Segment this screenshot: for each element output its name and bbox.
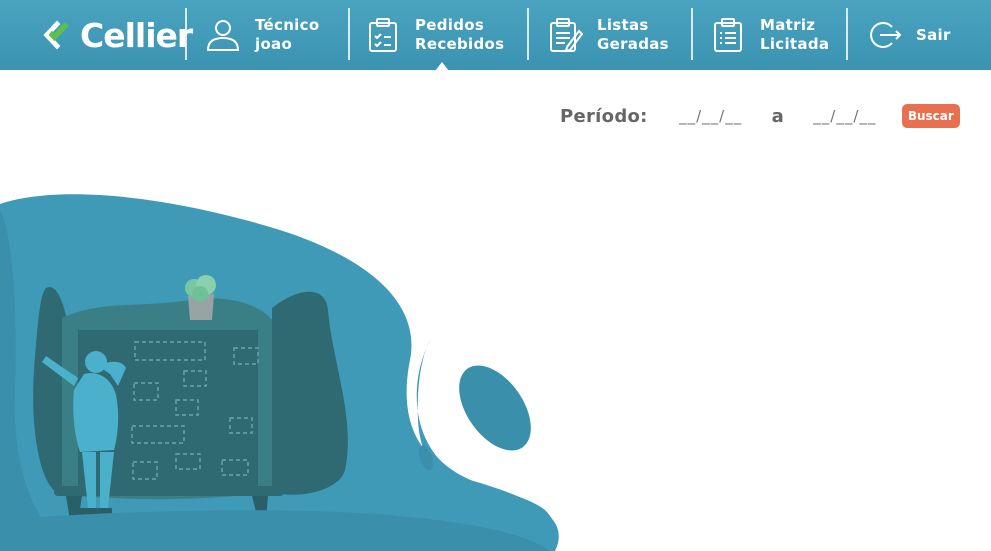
splash-drop: [459, 365, 531, 451]
clipboard-checklist-icon: [369, 18, 397, 52]
nav-user[interactable]: Técnico joao: [205, 0, 319, 70]
nav-pedidos-label-2: Recebidos: [415, 35, 505, 53]
warehouse-illustration: [0, 194, 559, 551]
start-date-input[interactable]: [671, 107, 750, 125]
period-filter: Período: a Buscar: [560, 100, 960, 132]
nav-listas-label-2: Geradas: [597, 35, 669, 53]
nav-divider: [691, 8, 693, 60]
buscar-button[interactable]: Buscar: [901, 104, 960, 128]
date-range-separator: a: [771, 105, 784, 127]
user-name: joao: [255, 35, 293, 53]
logout-label: Sair: [916, 25, 951, 44]
nav-listas-geradas[interactable]: Listas Geradas: [547, 0, 669, 70]
end-date-input[interactable]: [805, 107, 884, 125]
checkmark-logo-icon: [43, 20, 69, 50]
logout-button[interactable]: Sair: [866, 0, 951, 70]
nav-listas-label-1: Listas: [597, 16, 649, 34]
nav-pedidos-recebidos[interactable]: Pedidos Recebidos: [365, 0, 505, 71]
user-icon: [206, 20, 240, 51]
nav-matriz-licitada[interactable]: Matriz Licitada: [710, 0, 829, 70]
clipboard-pencil-icon: [550, 18, 583, 53]
user-role: Técnico: [255, 16, 320, 34]
periodo-label: Período:: [560, 105, 648, 127]
nav-matriz-label-1: Matriz: [760, 16, 816, 34]
nav-divider: [348, 8, 350, 60]
nav-divider: [527, 8, 529, 60]
nav-divider: [846, 8, 848, 60]
nav-matriz-label-2: Licitada: [760, 35, 830, 53]
nav-pedidos-label-1: Pedidos: [415, 16, 485, 34]
brand-name: Cellier: [80, 15, 193, 55]
logout-icon: [870, 22, 902, 48]
clipboard-list-icon: [714, 18, 742, 52]
nav-divider: [185, 8, 187, 60]
cellier-logo[interactable]: Cellier: [40, 15, 193, 55]
top-navigation-bar: Cellier Técnico joao Pedidos Recebidos L…: [0, 0, 991, 71]
